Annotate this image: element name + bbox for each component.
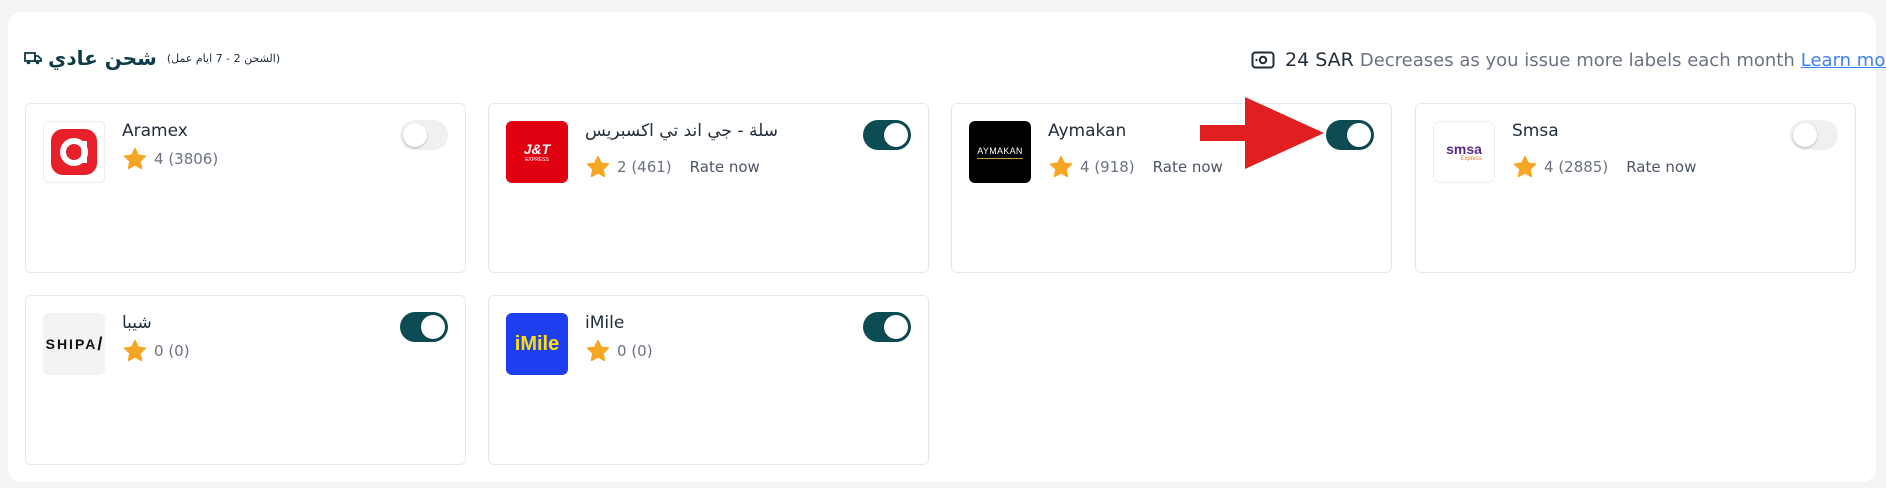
star-icon bbox=[585, 154, 611, 180]
annotation-arrow-icon bbox=[1200, 97, 1324, 169]
toggle-knob bbox=[884, 123, 908, 147]
carrier-card-shipa: SHIPA / شيبا 0 (0) bbox=[25, 295, 466, 465]
toggle-knob bbox=[884, 315, 908, 339]
carrier-rating: 0 (0) bbox=[585, 338, 653, 364]
carrier-card-imile: iMile iMile 0 (0) bbox=[488, 295, 929, 465]
star-icon bbox=[585, 338, 611, 364]
aymakan-logo-text: AYMAKAN bbox=[977, 146, 1023, 159]
aramex-logo bbox=[43, 121, 105, 183]
toggle-knob bbox=[421, 315, 445, 339]
section-subtitle: (الشحن 2 - 7 ايام عمل) bbox=[166, 51, 281, 65]
panel-header: شحن عادي (الشحن 2 - 7 ايام عمل) 24 SAR D… bbox=[8, 12, 1886, 84]
carrier-toggle-jt-express[interactable] bbox=[863, 120, 911, 150]
toggle-knob bbox=[1347, 123, 1371, 147]
rating-value: 4 bbox=[1080, 158, 1090, 176]
rating-count: (2885) bbox=[1558, 158, 1609, 176]
star-icon bbox=[1048, 154, 1074, 180]
carrier-card-aramex: Aramex 4 (3806) bbox=[25, 103, 466, 273]
price-info: 24 SAR Decreases as you issue more label… bbox=[1251, 48, 1886, 72]
smsa-logo-sub: Express bbox=[1460, 156, 1482, 162]
rating-count: (0) bbox=[631, 342, 653, 360]
rating-value: 2 bbox=[617, 158, 627, 176]
star-icon bbox=[122, 338, 148, 364]
section-title-group: شحن عادي (الشحن 2 - 7 ايام عمل) bbox=[24, 46, 280, 70]
carrier-card-smsa: smsa Express Smsa 4 (2885) Rate now bbox=[1415, 103, 1856, 273]
shipa-logo-text: SHIPA bbox=[45, 336, 98, 352]
jt-logo-text: J&T bbox=[523, 141, 551, 157]
toggle-knob bbox=[403, 123, 427, 147]
rating-count: (3806) bbox=[168, 150, 219, 168]
carrier-toggle-shipa[interactable] bbox=[400, 312, 448, 342]
cash-icon bbox=[1251, 48, 1275, 72]
rate-now-link[interactable]: Rate now bbox=[1626, 158, 1696, 176]
rating-value: 4 bbox=[1544, 158, 1554, 176]
truck-icon bbox=[24, 51, 42, 65]
carrier-rating: 2 (461) Rate now bbox=[585, 154, 760, 180]
aymakan-logo: AYMAKAN bbox=[969, 121, 1031, 183]
toggle-knob bbox=[1793, 123, 1817, 147]
carrier-card-jt-express: J&T EXPRESS سلة - جي اند تي اكسبريس 2 (4… bbox=[488, 103, 929, 273]
learn-more-link[interactable]: Learn more bbox=[1801, 50, 1886, 71]
rating-count: (0) bbox=[168, 342, 190, 360]
carrier-name: Aymakan bbox=[1048, 121, 1127, 141]
carrier-toggle-smsa[interactable] bbox=[1790, 120, 1838, 150]
star-icon bbox=[1512, 154, 1538, 180]
rating-value: 0 bbox=[154, 342, 164, 360]
jt-logo-sub: EXPRESS bbox=[525, 157, 549, 163]
rating-count: (461) bbox=[631, 158, 672, 176]
imile-logo-text: iMile bbox=[514, 332, 560, 355]
carrier-name: Aramex bbox=[122, 121, 188, 141]
carrier-toggle-aramex[interactable] bbox=[400, 120, 448, 150]
price-note: Decreases as you issue more labels each … bbox=[1359, 49, 1795, 71]
carrier-rating: 4 (918) Rate now bbox=[1048, 154, 1223, 180]
carrier-name: شيبا bbox=[122, 313, 152, 333]
carrier-rating: 0 (0) bbox=[122, 338, 190, 364]
carrier-toggle-aymakan[interactable] bbox=[1326, 120, 1374, 150]
shipa-slash: / bbox=[97, 333, 103, 354]
section-title: شحن عادي bbox=[48, 46, 157, 70]
shipa-logo: SHIPA / bbox=[43, 313, 105, 375]
rate-now-link[interactable]: Rate now bbox=[690, 158, 760, 176]
carrier-name: Smsa bbox=[1512, 121, 1559, 141]
carrier-rating: 4 (2885) Rate now bbox=[1512, 154, 1696, 180]
price-label: 24 SAR bbox=[1285, 49, 1354, 71]
carrier-toggle-imile[interactable] bbox=[863, 312, 911, 342]
imile-logo: iMile bbox=[506, 313, 568, 375]
star-icon bbox=[122, 146, 148, 172]
carrier-name: سلة - جي اند تي اكسبريس bbox=[585, 121, 778, 141]
rating-count: (918) bbox=[1094, 158, 1135, 176]
rating-value: 4 bbox=[154, 150, 164, 168]
smsa-logo: smsa Express bbox=[1433, 121, 1495, 183]
carrier-rating: 4 (3806) bbox=[122, 146, 218, 172]
smsa-logo-text: smsa bbox=[1446, 141, 1482, 157]
rating-value: 0 bbox=[617, 342, 627, 360]
carrier-name: iMile bbox=[585, 313, 625, 333]
jt-express-logo: J&T EXPRESS bbox=[506, 121, 568, 183]
